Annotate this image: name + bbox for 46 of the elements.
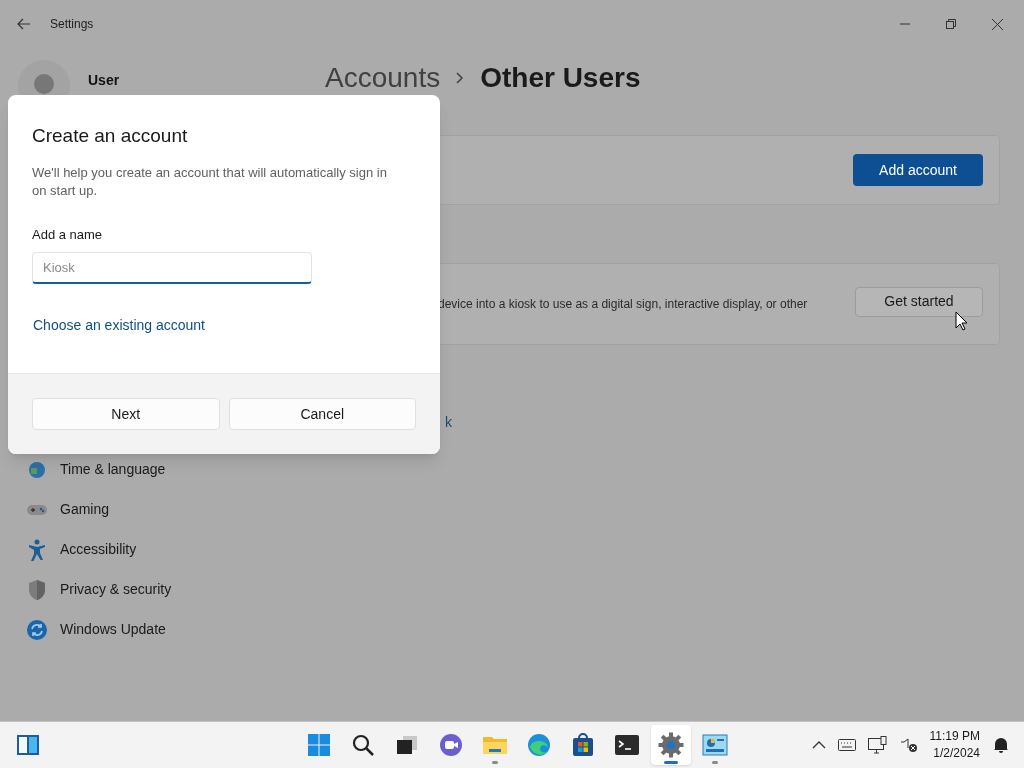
shield-icon [27, 578, 47, 601]
globe-clock-icon [27, 459, 47, 480]
dialog-title: Create an account [32, 124, 189, 148]
terminal-icon [614, 734, 640, 756]
user-name: User [88, 70, 120, 90]
mouse-pointer-icon [955, 311, 968, 331]
dialog-button[interactable]: Next [32, 398, 220, 430]
sidebar-item[interactable]: Privacy & security [26, 577, 310, 602]
get-started-button[interactable]: Get started [855, 286, 983, 317]
clock[interactable]: 11:19 PM 1/2/2024 [929, 728, 980, 762]
keyboard-icon[interactable] [837, 739, 856, 751]
dialog-button[interactable]: Cancel [228, 398, 416, 430]
windows-logo-icon [307, 733, 331, 757]
breadcrumb-parent[interactable]: Accounts [325, 57, 441, 99]
field-label: Add a name [32, 225, 104, 244]
add-account-button[interactable]: Add account [853, 154, 983, 186]
restore-icon [946, 19, 956, 29]
widgets-icon [16, 734, 40, 756]
existing-account-link[interactable]: Choose an existing account [33, 315, 416, 336]
task-view-icon [395, 734, 419, 756]
chevron-up-icon[interactable] [811, 741, 826, 749]
browser-icon [527, 733, 551, 757]
window-title: Settings [50, 16, 94, 33]
video-chat-icon [439, 733, 463, 757]
sidebar-item[interactable]: Accessibility [26, 537, 310, 562]
sidebar-item[interactable]: Time & language [26, 457, 310, 482]
sync-icon [26, 618, 48, 641]
back-arrow-icon[interactable] [17, 18, 31, 30]
link-text[interactable]: k [445, 412, 1000, 433]
sidebar-item[interactable]: Windows Update [26, 617, 310, 642]
dashboard-icon [702, 733, 728, 757]
person-icon [28, 538, 46, 561]
page-title: Other Users [480, 61, 641, 95]
network-icon[interactable] [867, 736, 888, 754]
dialog-description: We'll help you create an account that will automatically sign in on start up. [32, 163, 388, 200]
speaker-muted-icon[interactable] [899, 737, 918, 753]
chevron-right-icon [456, 72, 465, 84]
sidebar-item[interactable]: Gaming [26, 497, 310, 522]
settings-button[interactable] [651, 725, 691, 765]
notification-bell-icon[interactable] [992, 736, 1010, 754]
gear-icon [658, 732, 684, 758]
search-icon [351, 733, 375, 757]
folder-icon [482, 734, 508, 756]
name-field[interactable]: Kiosk [32, 252, 312, 284]
shopping-bag-icon [571, 733, 595, 757]
close-icon [991, 18, 1003, 30]
